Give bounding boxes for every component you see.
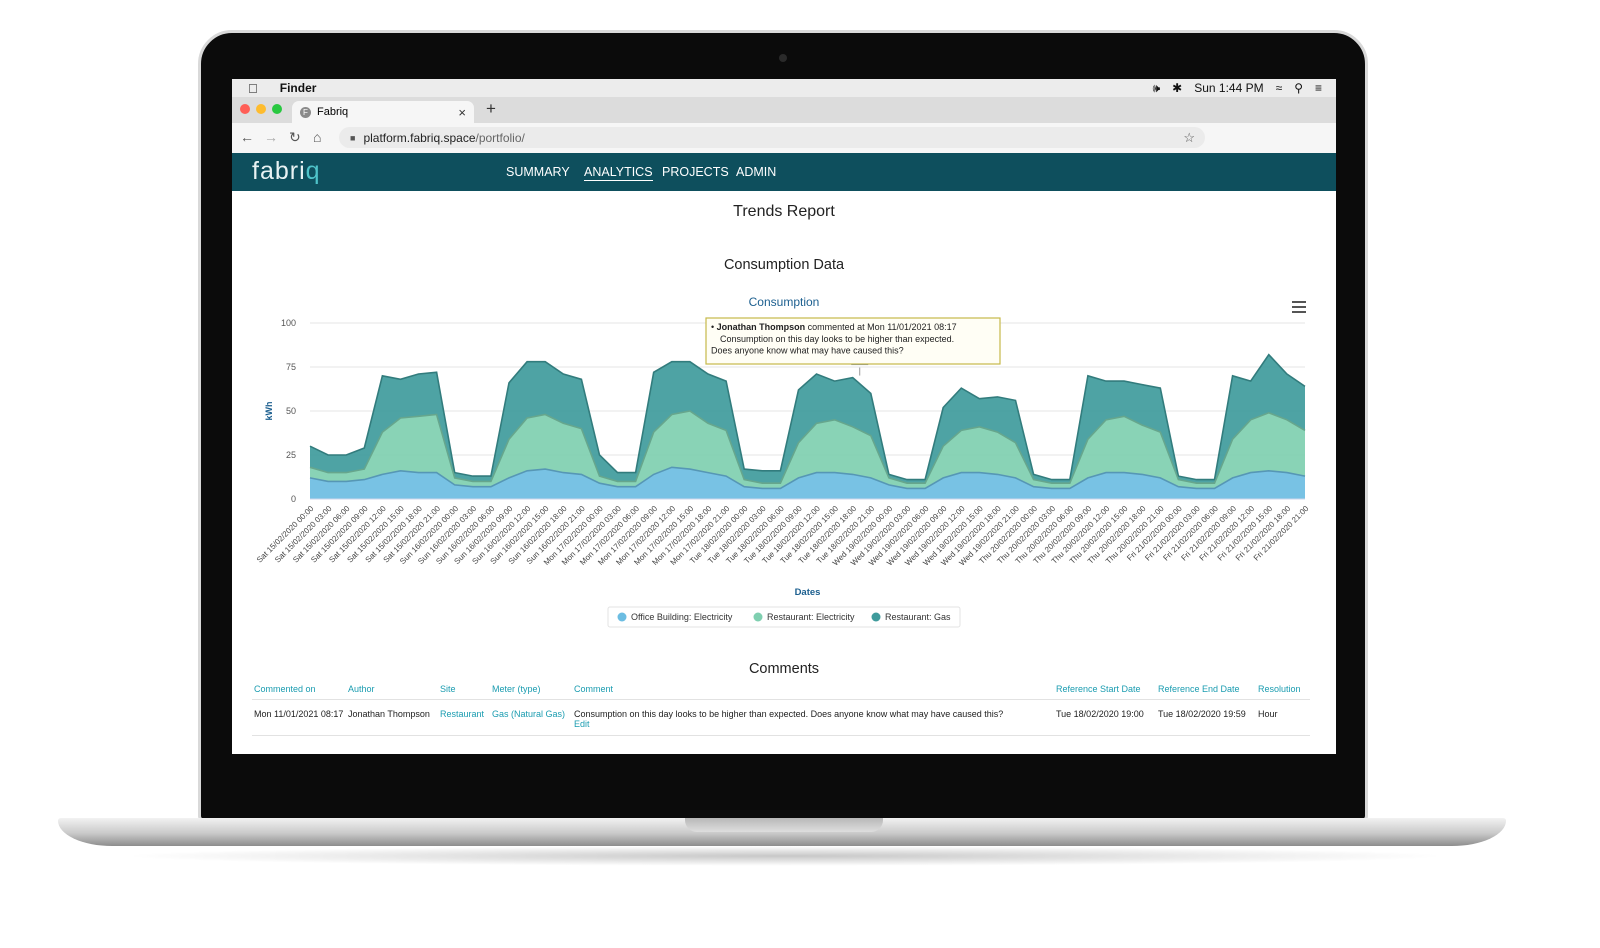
spotlight-icon[interactable]: ⚲ xyxy=(1294,81,1303,95)
mac-menubar:  Finder 🕪 ✱ Sun 1:44 PM ≈ ⚲ ≡ xyxy=(232,79,1336,97)
menubar-clock[interactable]: Sun 1:44 PM xyxy=(1194,81,1263,95)
notification-list-icon[interactable]: ≡ xyxy=(1315,81,1322,95)
col-author[interactable]: Author xyxy=(346,681,438,700)
cell-comment: Consumption on this day looks to be high… xyxy=(572,699,1054,736)
camera-icon xyxy=(779,54,787,62)
comments-header-row: Commented on Author Site Meter (type) Co… xyxy=(252,681,1310,700)
consumption-chart: Consumption0255075100kWhSat 15/02/2020 0… xyxy=(255,295,1311,628)
cell-commented-on: Mon 11/01/2021 08:17 xyxy=(252,699,346,736)
finder-menu[interactable]: Finder xyxy=(280,81,317,95)
home-icon[interactable]: ⌂ xyxy=(313,129,321,145)
legend-item[interactable]: Restaurant: Gas xyxy=(885,612,951,622)
legend-marker xyxy=(871,612,881,622)
table-row: Mon 11/01/2021 08:17 Jonathan Thompson R… xyxy=(252,699,1310,736)
col-ref-end[interactable]: Reference End Date xyxy=(1156,681,1256,700)
edit-link[interactable]: Edit xyxy=(574,719,590,729)
col-resolution[interactable]: Resolution xyxy=(1256,681,1310,700)
minimize-window-icon[interactable] xyxy=(256,104,266,114)
close-window-icon[interactable] xyxy=(240,104,250,114)
y-tick-label: 100 xyxy=(281,318,296,328)
nav-admin[interactable]: ADMIN xyxy=(736,165,776,179)
lock-icon[interactable]: ■ xyxy=(350,133,355,143)
laptop-notch xyxy=(685,818,883,832)
reload-icon[interactable]: ↻ xyxy=(289,129,301,146)
cell-resolution: Hour xyxy=(1256,699,1310,736)
menubar-status: 🕪 ✱ Sun 1:44 PM ≈ ⚲ ≡ xyxy=(1153,81,1322,96)
legend-marker xyxy=(753,612,763,622)
x-axis-label: Dates xyxy=(795,587,821,598)
app-navbar: fabriq SUMMARY ANALYTICS PROJECTS ADMIN xyxy=(232,153,1336,191)
bookmark-star-icon[interactable]: ☆ xyxy=(1183,130,1195,146)
tab-title: Fabriq xyxy=(317,106,349,118)
nav-analytics[interactable]: ANALYTICS xyxy=(584,165,653,181)
col-site[interactable]: Site xyxy=(438,681,490,700)
section-title: Consumption Data xyxy=(723,257,845,273)
comments-title: Comments xyxy=(748,661,820,677)
legend-marker xyxy=(617,612,627,622)
apple-icon[interactable]:  xyxy=(248,81,258,96)
legend-item[interactable]: Restaurant: Electricity xyxy=(767,612,855,622)
url-path: /portfolio/ xyxy=(475,130,525,145)
close-tab-icon[interactable]: × xyxy=(458,105,466,120)
y-axis-label: kWh xyxy=(264,402,274,421)
cell-meter: Gas (Natural Gas) xyxy=(490,699,572,736)
site-link[interactable]: Restaurant xyxy=(440,709,484,719)
wifi-icon[interactable]: ≈ xyxy=(1276,81,1283,95)
back-icon[interactable]: ← xyxy=(240,129,254,145)
bluetooth-icon[interactable]: ✱ xyxy=(1172,81,1182,95)
y-tick-label: 50 xyxy=(286,406,296,416)
fabriq-logo[interactable]: fabriq xyxy=(252,157,321,186)
nav-projects[interactable]: PROJECTS xyxy=(662,165,729,179)
y-tick-label: 75 xyxy=(286,362,296,372)
meter-link[interactable]: Gas (Natural Gas) xyxy=(492,709,565,719)
url-field[interactable]: ■ platform.fabriq.space/portfolio/ ☆ xyxy=(339,127,1205,148)
maximize-window-icon[interactable] xyxy=(272,104,282,114)
screen:  Finder 🕪 ✱ Sun 1:44 PM ≈ ⚲ ≡ F Fabriq … xyxy=(232,79,1336,754)
cell-site: Restaurant xyxy=(438,699,490,736)
col-comment[interactable]: Comment xyxy=(572,681,1054,700)
browser-toolbar: ← → ↻ ⌂ ■ platform.fabriq.space/portfoli… xyxy=(232,123,1336,154)
legend-item[interactable]: Office Building: Electricity xyxy=(631,612,733,622)
col-commented-on[interactable]: Commented on xyxy=(252,681,346,700)
url-host: platform.fabriq.space xyxy=(363,130,476,145)
y-tick-label: 0 xyxy=(291,494,296,504)
volume-icon[interactable]: 🕪 xyxy=(1153,81,1161,96)
tooltip-line: Consumption on this day looks to be high… xyxy=(720,334,954,344)
browser-tab[interactable]: F Fabriq × xyxy=(292,101,474,123)
laptop-shadow xyxy=(120,846,1450,866)
page-title: Trends Report xyxy=(733,203,835,220)
col-ref-start[interactable]: Reference Start Date xyxy=(1054,681,1156,700)
forward-icon[interactable]: → xyxy=(264,129,278,145)
col-meter[interactable]: Meter (type) xyxy=(490,681,572,700)
chart-title: Consumption xyxy=(749,295,820,309)
comment-text: Consumption on this day looks to be high… xyxy=(574,709,1004,719)
y-tick-label: 25 xyxy=(286,450,296,460)
comments-table: Commented on Author Site Meter (type) Co… xyxy=(252,681,1310,736)
cell-author: Jonathan Thompson xyxy=(346,699,438,736)
favicon-icon: F xyxy=(300,106,311,118)
new-tab-icon[interactable]: + xyxy=(486,99,496,119)
tooltip-line: Does anyone know what may have caused th… xyxy=(711,346,904,356)
cell-ref-start: Tue 18/02/2020 19:00 xyxy=(1054,699,1156,736)
nav-summary[interactable]: SUMMARY xyxy=(506,165,570,179)
tooltip-header: • Jonathan Thompson commented at Mon 11/… xyxy=(711,322,957,332)
cell-ref-end: Tue 18/02/2020 19:59 xyxy=(1156,699,1256,736)
browser-tabstrip: F Fabriq × + xyxy=(232,97,1336,123)
